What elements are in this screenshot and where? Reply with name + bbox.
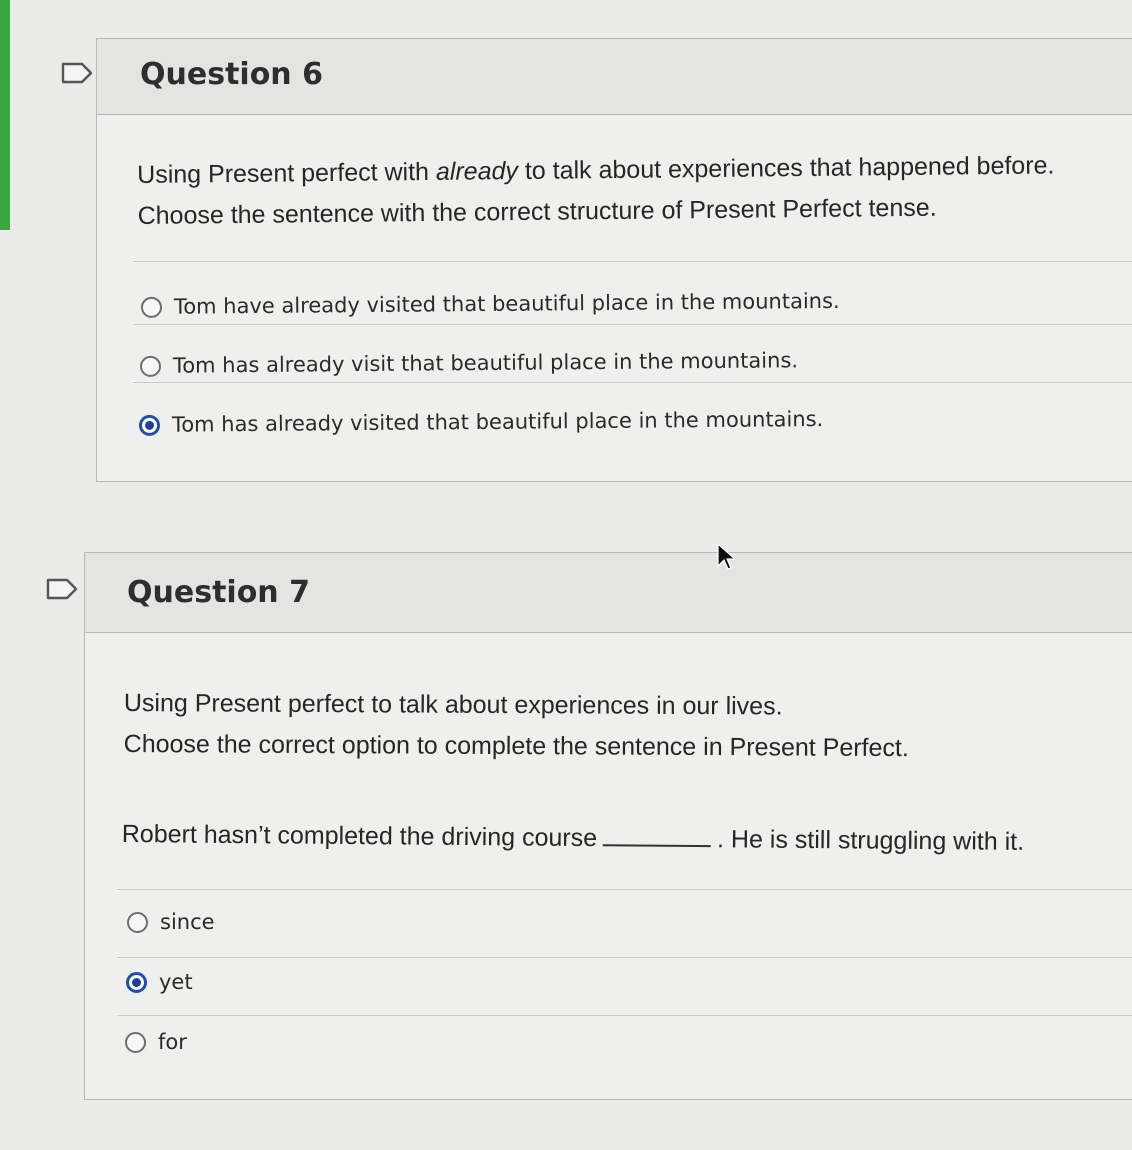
question-7-stem-line-1: Using Present perfect to talk about expe… <box>123 688 783 721</box>
q7-option-for[interactable]: for <box>125 1030 187 1054</box>
flag-question-icon[interactable] <box>45 578 79 600</box>
question-7-sentence: Robert hasn’t completed the driving cour… <box>122 814 1025 863</box>
q7-option-yet[interactable]: yet <box>126 970 193 994</box>
question-7-card: Question 7 Using Present perfect to talk… <box>84 552 1132 1100</box>
q7-option-yet-label: yet <box>159 970 193 994</box>
question-7-stem: Using Present perfect to talk about expe… <box>124 683 910 769</box>
divider <box>117 957 1132 958</box>
divider <box>133 261 1132 262</box>
q6-option-1-radio[interactable] <box>140 296 163 318</box>
answer-blank <box>603 844 712 848</box>
q6-option-1-label: Tom have already visited that beautiful … <box>173 288 840 319</box>
q7-option-since-label: since <box>160 910 215 934</box>
sentence-after-blank: . He is still struggling with it. <box>716 825 1025 856</box>
question-6-title: Question 6 <box>140 57 323 92</box>
question-6-card: Question 6 Using Present perfect with al… <box>96 38 1132 482</box>
q7-option-yet-radio[interactable] <box>126 971 147 993</box>
mouse-cursor-icon <box>717 542 737 570</box>
q6-option-2-radio[interactable] <box>139 355 162 377</box>
q6-option-3-label: Tom has already visited that beautiful p… <box>171 407 824 437</box>
q6-option-3[interactable]: Tom has already visited that beautiful p… <box>138 407 824 437</box>
q7-option-for-label: for <box>158 1030 187 1054</box>
question-6-stem: Using Present perfect with already to ta… <box>137 145 1055 237</box>
question-7-header: Question 7 <box>85 553 1132 633</box>
q6-option-3-radio[interactable] <box>138 414 161 436</box>
divider <box>133 382 1132 383</box>
divider <box>133 324 1132 325</box>
q6-option-1[interactable]: Tom have already visited that beautiful … <box>140 288 840 319</box>
q7-option-since[interactable]: since <box>127 910 215 934</box>
divider <box>117 1015 1132 1016</box>
q7-option-since-radio[interactable] <box>127 911 148 933</box>
sentence-before-blank: Robert hasn’t completed the driving cour… <box>121 819 598 853</box>
flag-question-icon[interactable] <box>60 62 94 84</box>
sidebar-accent-strip <box>0 0 10 230</box>
quiz-page: Question 6 Using Present perfect with al… <box>0 0 1132 1150</box>
q6-option-2[interactable]: Tom has already visit that beautiful pla… <box>139 348 799 378</box>
divider <box>117 889 1132 890</box>
question-6-stem-line-2: Choose the sentence with the correct str… <box>137 193 937 230</box>
question-7-stem-line-2: Choose the correct option to complete th… <box>123 729 909 763</box>
question-7-title: Question 7 <box>127 575 310 610</box>
q6-option-2-label: Tom has already visit that beautiful pla… <box>172 348 799 378</box>
question-6-header: Question 6 <box>97 39 1132 115</box>
q7-option-for-radio[interactable] <box>125 1031 146 1053</box>
